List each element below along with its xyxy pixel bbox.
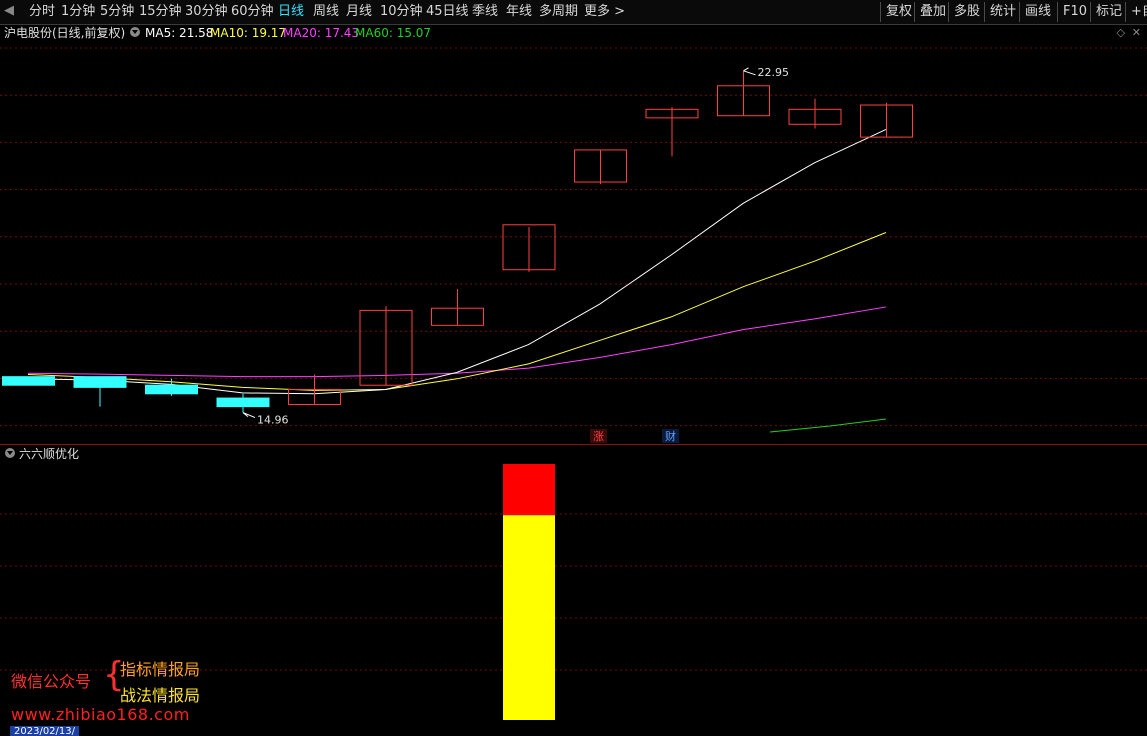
chevron-down-icon[interactable] (5, 448, 15, 458)
indicator-bar-top (503, 464, 555, 516)
high-arrow (743, 67, 756, 76)
candle-body (2, 376, 55, 386)
low-price-label: 14.96 (257, 414, 289, 427)
indicator-bar-bottom (503, 515, 555, 720)
ma5-line (27, 128, 887, 395)
low-arrow (242, 412, 256, 419)
watermark-url: www.zhibiao168.com (11, 705, 190, 724)
date-tag: 2023/02/13/ (10, 726, 80, 736)
candle-body (73, 376, 127, 388)
watermark-account-1: 指标情报局 (120, 660, 201, 679)
candle-body (216, 397, 270, 408)
sub-chart-header: 六六顺优化 (0, 445, 1147, 461)
badge-cai: 财 (665, 429, 676, 443)
badge-zhang: 涨 (593, 430, 604, 443)
watermark-account-2: 战法情报局 (120, 686, 201, 705)
chart-canvas: 22.95 14.96 涨 财 (0, 24, 1147, 720)
indicator-title[interactable]: 六六顺优化 (19, 446, 79, 462)
watermark-wechat-label: 微信公众号 (11, 672, 92, 691)
ma60-line (769, 418, 887, 433)
high-price-label: 22.95 (758, 66, 790, 79)
candle-body (145, 384, 198, 395)
